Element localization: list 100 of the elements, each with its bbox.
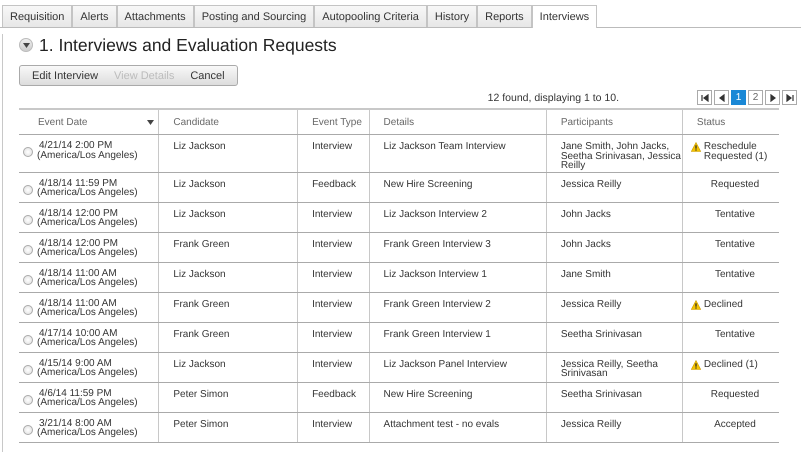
event-date: 4/18/14 11:00 AM [39,268,117,278]
sort-descending-icon[interactable] [147,120,154,125]
event-status: Requested [710,390,760,399]
event-type: Feedback [312,180,356,189]
candidate-name: Peter Simon [173,420,228,429]
event-details: Liz Jackson Team Interview [384,142,506,152]
timezone: (America/Los Angeles) [37,248,138,258]
participants: Jane Smith, John Jacks, Seetha Srinivasan, Jessica Reilly [560,142,682,170]
previous-page-button[interactable] [714,90,729,105]
candidate-name: Frank Green [173,300,230,309]
event-date: 4/18/14 12:00 PM [39,238,118,248]
timezone: (America/Los Angeles) [37,150,138,160]
page-button[interactable]: 1 [731,90,746,105]
timezone: (America/Los Angeles) [37,278,138,288]
event-date: 4/17/14 10:00 AM [39,328,118,338]
candidate-name: Liz Jackson [173,142,226,152]
event-type: Interview [312,420,352,429]
last-page-button[interactable] [782,90,797,105]
timezone: (America/Los Angeles) [37,308,138,318]
action-button[interactable]: Edit Interview [24,66,106,85]
tab[interactable]: Reports [477,5,532,27]
participants: Seetha Srinivasan [560,390,642,399]
event-type: Interview [312,210,352,219]
radio-button[interactable] [23,184,33,194]
candidate-name: Liz Jackson [173,180,226,189]
timezone: (America/Los Angeles) [37,368,138,378]
section-title: 1. Interviews and Evaluation Requests [39,34,337,56]
candidate-name: Frank Green [173,240,230,249]
candidate-name: Liz Jackson [173,270,226,279]
column-header[interactable]: Candidate [173,116,219,128]
event-date: 4/21/14 2:00 PM [39,141,112,150]
timezone: (America/Los Angeles) [37,188,138,198]
timezone: (America/Los Angeles) [37,428,138,438]
action-button[interactable]: Cancel [182,66,233,85]
radio-button[interactable] [23,304,33,314]
participants: John Jacks [560,210,611,219]
event-type: Interview [312,270,352,279]
candidate-name: Liz Jackson [173,360,226,369]
event-date: 4/18/14 12:00 PM [39,208,118,218]
timezone: (America/Los Angeles) [37,218,138,228]
event-status: Requested [710,180,760,189]
event-details: Liz Jackson Panel Interview [384,360,507,369]
radio-button[interactable] [23,214,33,224]
timezone: (America/Los Angeles) [37,338,138,348]
participants: Jessica Reilly [560,180,622,189]
event-date: 3/21/14 8:00 AM [39,418,112,428]
participants: Jessica Reilly, Seetha Srinivasan [560,360,659,378]
radio-button[interactable] [23,244,33,254]
tab[interactable]: History [426,5,478,27]
participants: Seetha Srinivasan [560,330,642,339]
event-status: Tentative [714,240,755,249]
event-type: Feedback [312,390,356,399]
radio-button[interactable] [23,394,33,404]
previous-page-icon [718,94,726,102]
event-details: Attachment test - no evals [384,420,500,429]
participants: Jessica Reilly [560,300,622,309]
event-details: Frank Green Interview 1 [384,330,491,339]
next-page-icon [768,94,776,102]
participants: John Jacks [560,240,611,249]
result-count: 12 found, displaying 1 to 10. [488,92,619,104]
tab[interactable]: Alerts [72,5,117,27]
participants: Jane Smith [560,270,611,279]
event-details: Frank Green Interview 2 [384,300,491,309]
event-status: Tentative [714,210,755,219]
first-page-icon [700,94,708,102]
event-date: 4/6/14 11:59 PM [39,388,112,398]
event-details: Frank Green Interview 3 [384,240,491,249]
candidate-name: Peter Simon [173,390,228,399]
radio-button[interactable] [23,334,33,344]
tab[interactable]: Interviews [532,5,598,28]
last-page-icon [786,94,794,102]
radio-button[interactable] [23,147,33,157]
event-date: 4/15/14 9:00 AM [39,358,112,368]
event-type: Interview [312,142,352,152]
tab[interactable]: Attachments [116,5,194,27]
timezone: (America/Los Angeles) [37,398,138,408]
column-header[interactable]: Participants [560,116,614,128]
first-page-button[interactable] [697,90,712,105]
tab[interactable]: Autopooling Criteria [314,5,427,27]
candidate-name: Frank Green [173,330,230,339]
candidate-name: Liz Jackson [173,210,226,219]
tab[interactable]: Posting and Sourcing [194,5,314,27]
event-status: Tentative [714,330,755,339]
event-type: Interview [312,240,352,249]
tab[interactable]: Requisition [2,5,72,27]
page-button[interactable]: 2 [748,90,763,105]
event-status: Reschedule Requested (1) [704,142,768,161]
collapse-toggle-icon[interactable] [19,38,33,52]
event-details: Liz Jackson Interview 1 [384,270,487,279]
event-type: Interview [312,330,352,339]
column-header[interactable]: Event Date [38,116,88,128]
radio-button[interactable] [23,274,33,284]
event-type: Interview [312,360,352,369]
column-header[interactable]: Status [696,116,726,128]
event-status: Accepted [714,420,756,429]
radio-button[interactable] [23,424,33,434]
next-page-button[interactable] [765,90,780,105]
radio-button[interactable] [23,364,33,374]
column-header[interactable]: Details [384,116,414,128]
event-date: 4/18/14 11:59 PM [39,178,118,188]
